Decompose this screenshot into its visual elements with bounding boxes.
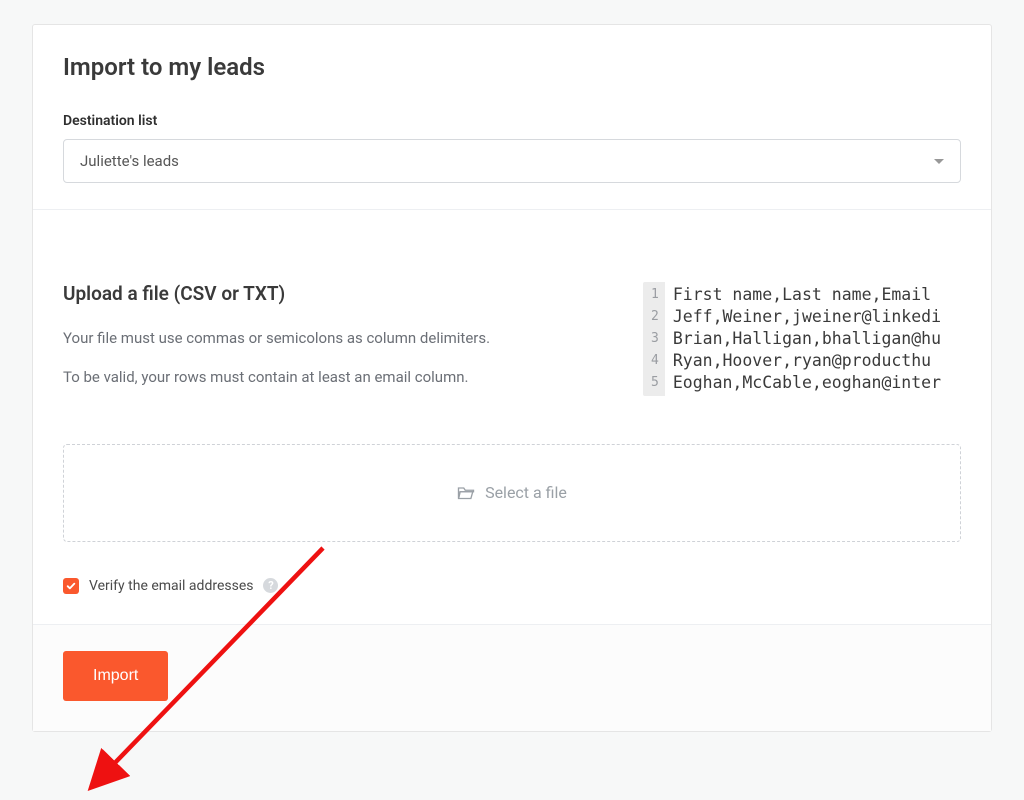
upload-section-title: Upload a file (CSV or TXT) [63,282,615,305]
verify-label: Verify the email addresses [89,578,253,594]
card-body: Upload a file (CSV or TXT) Your file mus… [33,210,991,624]
chevron-down-icon [934,159,944,164]
destination-list-label: Destination list [63,113,961,129]
upload-help-1: Your file must use commas or semicolons … [63,327,615,350]
csv-line: Eoghan,McCable,eoghan@inter [673,372,961,394]
csv-line: First name,Last name,Email [673,284,961,306]
csv-gutter: 12345 [643,282,665,396]
help-icon[interactable]: ? [263,578,278,593]
page-title: Import to my leads [63,53,961,81]
file-dropzone[interactable]: Select a file [63,444,961,542]
dropzone-label: Select a file [485,483,567,502]
folder-open-icon [457,485,475,500]
csv-lines: First name,Last name,Email Jeff,Weiner,j… [665,282,961,396]
destination-list-value: Juliette's leads [80,152,179,170]
import-button[interactable]: Import [63,651,168,701]
card-footer: Import [33,624,991,731]
csv-preview: 12345 First name,Last name,Email Jeff,We… [643,282,961,396]
csv-line: Brian,Halligan,bhalligan@hu [673,328,961,350]
csv-line: Ryan,Hoover,ryan@producthu [673,350,961,372]
verify-checkbox[interactable] [63,578,79,594]
card-header: Import to my leads Destination list Juli… [33,25,991,210]
import-card: Import to my leads Destination list Juli… [32,24,992,732]
destination-list-select[interactable]: Juliette's leads [63,139,961,183]
csv-line: Jeff,Weiner,jweiner@linkedi [673,306,961,328]
verify-row: Verify the email addresses ? [63,578,961,594]
upload-help-2: To be valid, your rows must contain at l… [63,366,615,389]
